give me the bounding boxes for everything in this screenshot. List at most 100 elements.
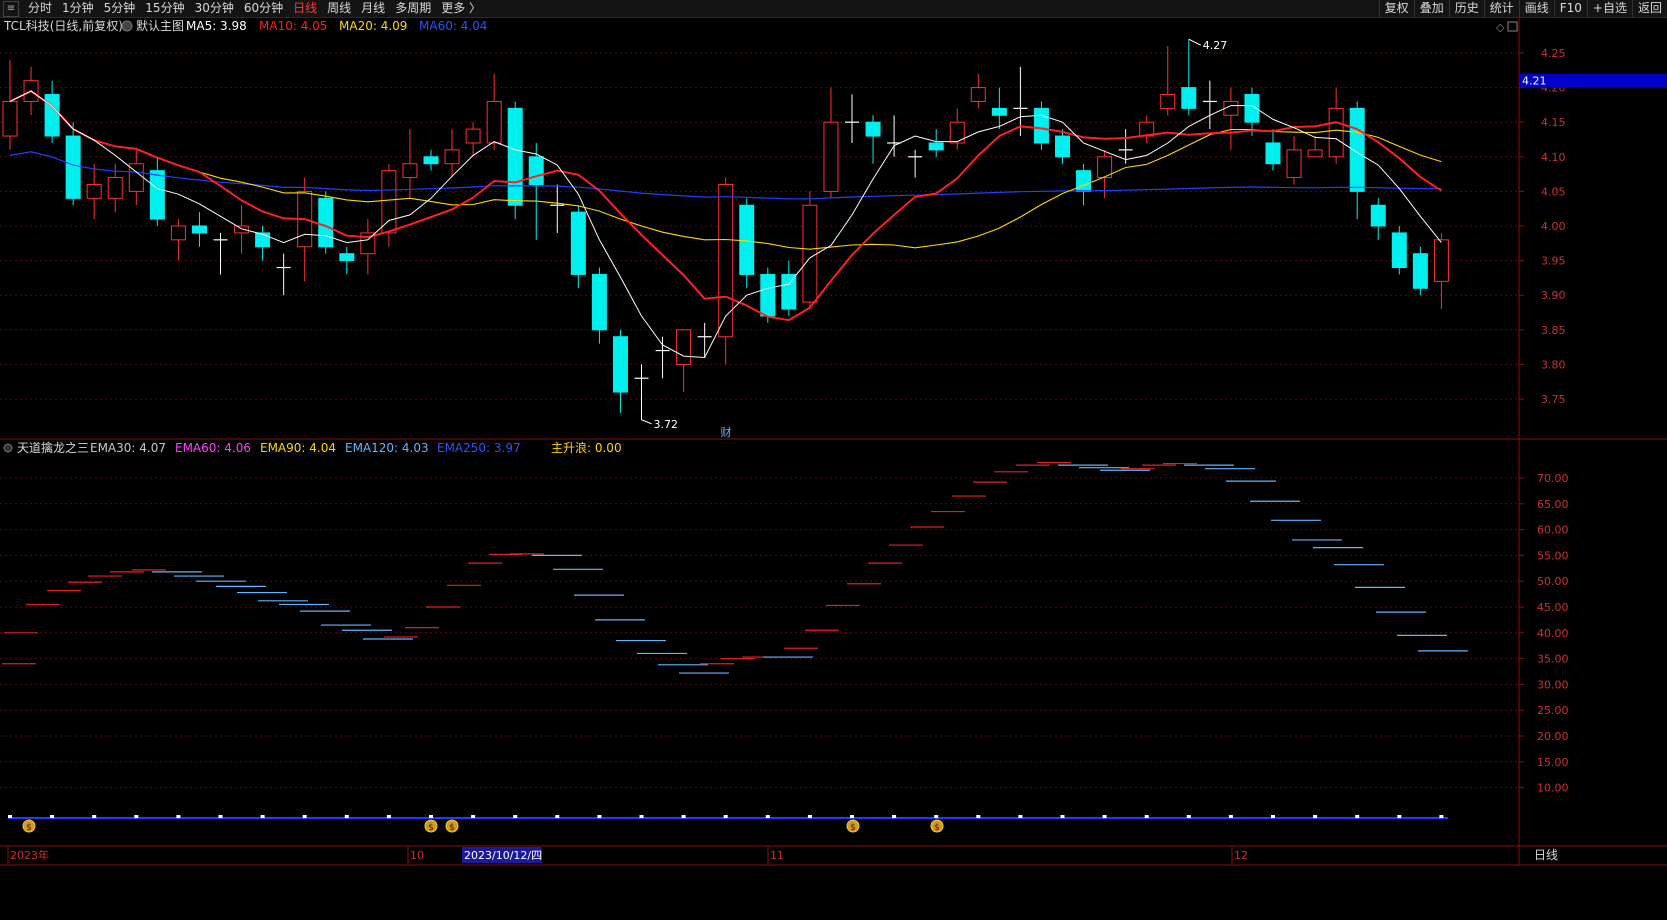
money-bag-glyph: $ bbox=[850, 823, 856, 833]
indicator-tick-label: 65.00 bbox=[1537, 498, 1569, 511]
candle-body bbox=[1265, 142, 1281, 165]
baseline-dot bbox=[555, 815, 560, 818]
candle-body bbox=[255, 232, 271, 248]
kline-chart: 4.254.204.154.104.054.003.953.903.853.80… bbox=[0, 18, 1667, 866]
toolbar-button-0[interactable]: 复权 bbox=[1378, 0, 1414, 17]
indicator-legend-2: EMA90: 4.04 bbox=[260, 441, 336, 455]
baseline-dot bbox=[976, 815, 981, 818]
candle-body bbox=[44, 94, 60, 137]
period-tab-5[interactable]: 60分钟 bbox=[239, 0, 288, 17]
indicator-tick-label: 45.00 bbox=[1537, 601, 1569, 614]
period-tab-10[interactable]: 更多 〉 bbox=[436, 0, 486, 17]
price-tick-label: 3.95 bbox=[1541, 255, 1566, 268]
price-tick-label: 3.90 bbox=[1541, 289, 1566, 302]
candle-body bbox=[486, 100, 502, 144]
candle-body bbox=[191, 225, 207, 234]
ma-legend-3: MA60: 4.04 bbox=[419, 19, 487, 33]
toolbar-button-1[interactable]: 叠加 bbox=[1413, 0, 1449, 17]
price-tick-label: 3.75 bbox=[1541, 393, 1566, 406]
baseline-dot bbox=[723, 815, 728, 818]
baseline-dot bbox=[8, 815, 12, 818]
period-tab-8[interactable]: 月线 bbox=[356, 0, 390, 17]
ma-legend-1: MA10: 4.05 bbox=[259, 19, 327, 33]
money-bag-glyph: $ bbox=[449, 823, 455, 833]
low-price-label: 3.72 bbox=[654, 418, 679, 431]
candle-body bbox=[1033, 107, 1049, 144]
template-selector-icon[interactable] bbox=[121, 20, 133, 32]
maximize-icon[interactable] bbox=[1507, 21, 1518, 32]
time-label-1: 10 bbox=[410, 849, 424, 862]
period-tab-1[interactable]: 1分钟 bbox=[57, 0, 99, 17]
candle-body bbox=[570, 211, 586, 275]
candle-body bbox=[1160, 94, 1176, 109]
period-tab-3[interactable]: 15分钟 bbox=[140, 0, 189, 17]
baseline-dot bbox=[765, 815, 770, 818]
baseline-dot bbox=[344, 815, 349, 818]
candle-body bbox=[865, 121, 881, 137]
baseline-dot bbox=[892, 815, 897, 818]
baseline-dot bbox=[134, 815, 139, 818]
ma-legend-2: MA20: 4.09 bbox=[339, 19, 407, 33]
period-tab-0[interactable]: 分时 bbox=[23, 0, 57, 17]
indicator-tick-label: 25.00 bbox=[1537, 704, 1569, 717]
toolbar-button-4[interactable]: 画线 bbox=[1518, 0, 1554, 17]
baseline-dot bbox=[597, 815, 602, 818]
baseline-dot bbox=[50, 815, 55, 818]
function-buttons: 复权 叠加 历史 统计 画线 F10 +自选 返回 bbox=[1378, 0, 1667, 17]
indicator-tick-label: 40.00 bbox=[1537, 627, 1569, 640]
candle-body bbox=[928, 142, 944, 151]
baseline-dot bbox=[681, 815, 686, 818]
baseline-dot bbox=[1313, 815, 1318, 818]
toolbar-button-5[interactable]: F10 bbox=[1553, 0, 1587, 17]
period-tabs: ≡ 分时 1分钟 5分钟 15分钟 30分钟 60分钟 日线 周线 月线 多周期 更多 〉 bbox=[0, 0, 486, 17]
candle-body bbox=[170, 225, 186, 241]
indicator-tick-label: 70.00 bbox=[1537, 472, 1569, 485]
baseline-dot bbox=[218, 815, 223, 818]
candle-body bbox=[339, 253, 355, 262]
baseline-dot bbox=[807, 815, 812, 818]
candle-body bbox=[107, 177, 123, 199]
period-tab-2[interactable]: 5分钟 bbox=[99, 0, 141, 17]
indicator-title: 天道擒龙之三 bbox=[17, 440, 89, 455]
price-tick-label: 4.00 bbox=[1541, 220, 1566, 233]
candle-body bbox=[318, 197, 334, 248]
period-tab-7[interactable]: 周线 bbox=[322, 0, 356, 17]
price-tick-label: 4.05 bbox=[1541, 185, 1566, 198]
baseline-dot bbox=[386, 815, 391, 818]
candle-body bbox=[402, 163, 418, 179]
indicator-legend-0: EMA30: 4.07 bbox=[90, 441, 166, 455]
candle-body bbox=[823, 121, 839, 192]
candle-body bbox=[1181, 87, 1197, 109]
stock-title: TCL科技(日线,前复权) bbox=[3, 18, 123, 33]
period-tab-9[interactable]: 多周期 bbox=[390, 0, 436, 17]
time-label-0: 2023年 bbox=[10, 848, 49, 862]
baseline-dot bbox=[1397, 815, 1402, 818]
current-price-label: 4.21 bbox=[1522, 75, 1547, 88]
baseline-dot bbox=[639, 815, 644, 818]
candle-body bbox=[507, 107, 523, 206]
candle-body bbox=[465, 128, 481, 144]
period-tab-6[interactable]: 日线 bbox=[288, 0, 322, 17]
indicator-menu-icon[interactable] bbox=[3, 443, 13, 453]
period-tab-4[interactable]: 30分钟 bbox=[190, 0, 239, 17]
toolbar-button-2[interactable]: 历史 bbox=[1448, 0, 1484, 17]
baseline-dot bbox=[176, 815, 181, 818]
candle-body bbox=[381, 170, 397, 234]
price-tick-label: 4.15 bbox=[1541, 116, 1566, 129]
candle-body bbox=[1391, 232, 1407, 269]
toolbar-button-3[interactable]: 统计 bbox=[1483, 0, 1519, 17]
menu-icon[interactable]: ≡ bbox=[3, 0, 19, 17]
indicator-legend-4: EMA250: 3.97 bbox=[437, 441, 521, 455]
baseline-dot bbox=[934, 815, 939, 818]
candle-body bbox=[1370, 204, 1386, 227]
candle-body bbox=[423, 156, 439, 165]
indicator-tick-label: 50.00 bbox=[1537, 575, 1569, 588]
candle-body bbox=[234, 225, 250, 234]
toolbar-button-7[interactable]: 返回 bbox=[1631, 0, 1667, 17]
baseline-dot bbox=[302, 815, 307, 818]
toolbar-button-6[interactable]: +自选 bbox=[1586, 0, 1632, 17]
time-label-3: 11 bbox=[770, 849, 784, 862]
cursor-date-label: 2023/10/12/四 bbox=[464, 849, 542, 862]
indicator-legend-1: EMA60: 4.06 bbox=[175, 441, 251, 455]
period-label: 日线 bbox=[1534, 848, 1558, 862]
